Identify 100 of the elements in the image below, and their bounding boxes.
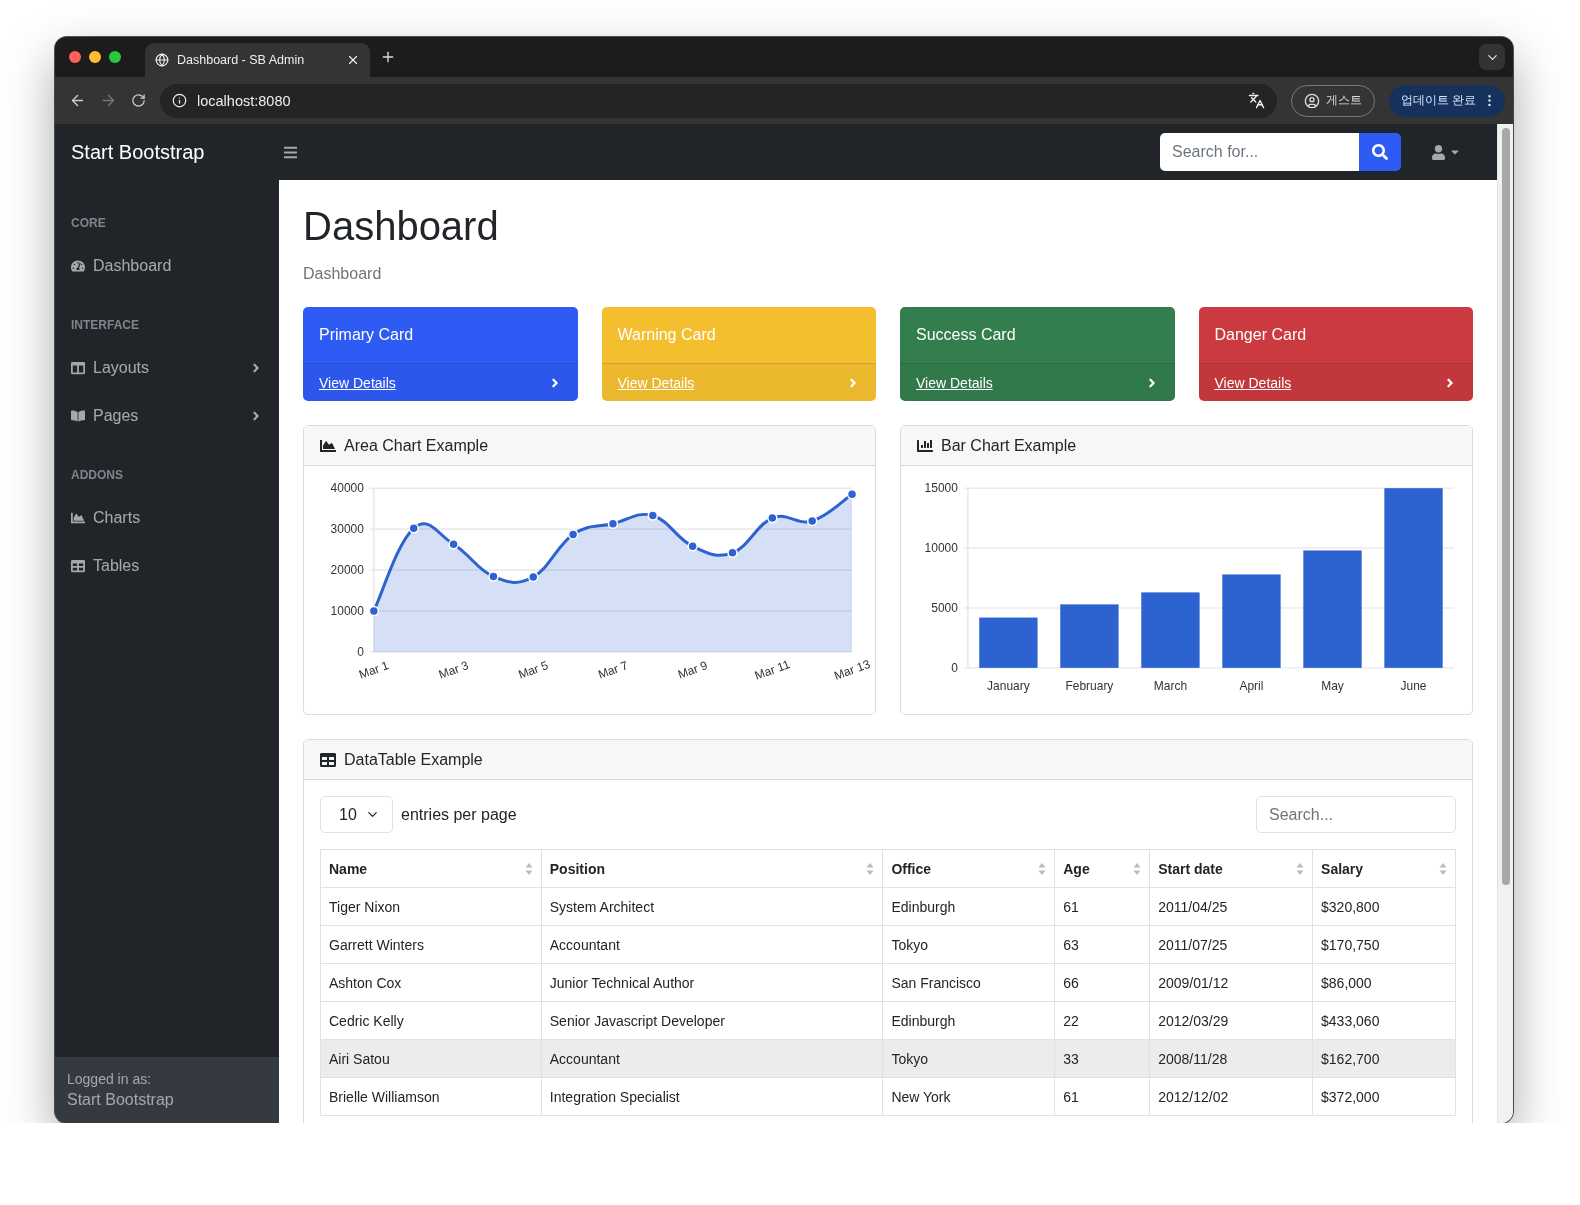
data-point — [607, 518, 619, 530]
table-row[interactable]: Brielle Williamson Integration Specialist New York 61 2012/12/02 $372,000 — [320, 1077, 1456, 1116]
column-header[interactable]: Age — [1054, 849, 1150, 888]
table-cell: Accountant — [541, 925, 883, 964]
sidebar-item[interactable]: Layouts — [55, 344, 279, 392]
card-title: Success Card — [900, 307, 1175, 364]
table-cell: $86,000 — [1312, 963, 1456, 1002]
table-row[interactable]: Tiger Nixon System Architect Edinburgh 61 2011/04/25 $320,800 — [320, 887, 1456, 926]
page-size-label: entries per page — [401, 805, 517, 824]
sidebar-heading: INTERFACE — [70, 317, 140, 334]
column-header[interactable]: Office — [882, 849, 1055, 888]
details-link[interactable]: View Details — [319, 374, 396, 391]
page-title: Dashboard — [303, 204, 500, 249]
table-cell: 33 — [1054, 1039, 1150, 1078]
table-icon — [320, 751, 336, 768]
data-point — [767, 512, 778, 524]
table-cell: $162,700 — [1312, 1039, 1456, 1078]
data-point — [727, 547, 738, 559]
table-cell: Senior Javascript Developer — [541, 1001, 883, 1040]
sidebar-item[interactable]: Tables — [55, 542, 279, 590]
column-header[interactable]: Start date — [1149, 849, 1313, 888]
axis-label: 0 — [951, 660, 958, 675]
table-cell: $170,750 — [1312, 925, 1456, 964]
table-cell: 22 — [1054, 1001, 1150, 1040]
details-link[interactable]: View Details — [1214, 374, 1292, 391]
sidebar-heading: CORE — [70, 215, 107, 232]
table-row[interactable]: Cedric Kelly Senior Javascript Developer Edinburgh 22 2012/03/29 $433,060 — [320, 1001, 1456, 1040]
table-cell: Tokyo — [882, 925, 1055, 964]
area-chart-icon — [320, 437, 336, 454]
table-cell: Tiger Nixon — [320, 887, 542, 926]
table-cell: New York — [882, 1077, 1055, 1116]
sort-icon — [1133, 861, 1142, 876]
breadcrumb: Dashboard — [303, 265, 383, 283]
table-cell: Edinburgh — [882, 887, 1055, 926]
table-cell: $320,800 — [1312, 887, 1456, 926]
axis-label: 15000 — [924, 481, 958, 496]
axis-label: Mar 1 — [357, 658, 391, 682]
table-cell: Brielle Williamson — [320, 1077, 542, 1116]
globe-icon — [155, 53, 169, 67]
search-field[interactable]: Search for... — [1160, 133, 1359, 171]
data-point — [528, 571, 539, 583]
axis-label: June — [1400, 678, 1427, 693]
table-cell: Garrett Winters — [320, 925, 542, 964]
table-cell: 2009/01/12 — [1149, 963, 1313, 1002]
axis-label: Mar 5 — [516, 658, 551, 682]
scrollbar[interactable] — [1497, 124, 1513, 1123]
browser-tab[interactable]: Dashboard - SB Admin — [145, 43, 370, 77]
update-button[interactable]: 업데이트 완료 — [1388, 84, 1505, 117]
table-cell: System Architect — [541, 887, 883, 926]
table-cell: 66 — [1054, 963, 1150, 1002]
close-icon[interactable] — [346, 53, 360, 67]
table-cell: Accountant — [541, 1039, 883, 1078]
bar — [1060, 604, 1119, 668]
tab-list-button[interactable] — [1479, 44, 1505, 70]
column-header[interactable]: Name — [320, 849, 542, 888]
forward-icon[interactable] — [100, 92, 117, 109]
area-chart-icon — [71, 511, 85, 525]
axis-label: 40000 — [330, 481, 364, 496]
sort-icon — [866, 861, 875, 876]
menu-icon — [283, 144, 298, 160]
table-row[interactable]: Garrett Winters Accountant Tokyo 63 2011/07/25 $170,750 — [320, 925, 1456, 964]
columns-icon — [71, 361, 85, 375]
table-cell: Ashton Cox — [320, 963, 542, 1002]
minimize-window-button[interactable] — [89, 51, 101, 63]
table-search-field[interactable]: Search... — [1256, 796, 1456, 833]
page-size-select[interactable]: 10 — [320, 796, 393, 833]
axis-label: March — [1153, 678, 1188, 693]
footer-caption: Logged in as: — [67, 1071, 153, 1087]
close-window-button[interactable] — [69, 51, 81, 63]
column-header[interactable]: Position — [541, 849, 883, 888]
zoom-window-button[interactable] — [109, 51, 121, 63]
sidebar-item[interactable]: Pages — [55, 392, 279, 440]
reload-icon[interactable] — [131, 93, 146, 108]
search-button[interactable] — [1359, 133, 1401, 171]
info-icon[interactable] — [172, 93, 187, 108]
address-bar[interactable]: localhost:8080 — [160, 83, 1277, 118]
table-cell: San Francisco — [882, 963, 1055, 1002]
sidebar-heading: ADDONS — [70, 467, 124, 484]
data-point — [806, 515, 818, 527]
axis-label: 30000 — [330, 522, 364, 537]
sidebar-item[interactable]: Dashboard — [55, 242, 279, 290]
table-cell: 61 — [1054, 1077, 1150, 1116]
sidebar-item[interactable]: Charts — [55, 494, 279, 542]
tab-title: Dashboard - SB Admin — [177, 53, 306, 67]
card-title: Bar Chart Example — [941, 436, 1077, 455]
brand-logo[interactable]: Start Bootstrap — [71, 140, 279, 164]
back-icon[interactable] — [69, 92, 86, 109]
axis-label: Mar 11 — [752, 657, 792, 683]
translate-icon[interactable] — [1247, 92, 1265, 109]
table-row[interactable]: Airi Satou Accountant Tokyo 33 2008/11/28 $162,700 — [320, 1039, 1456, 1078]
table-cell: 2011/07/25 — [1149, 925, 1313, 964]
details-link[interactable]: View Details — [916, 374, 993, 391]
new-tab-icon[interactable] — [380, 49, 396, 65]
column-header[interactable]: Salary — [1312, 849, 1456, 888]
axis-label: Mar 13 — [832, 656, 872, 683]
axis-label: Mar 7 — [596, 658, 630, 682]
table-row[interactable]: Ashton Cox Junior Technical Author San Francisco 66 2009/01/12 $86,000 — [320, 963, 1456, 1002]
book-icon — [71, 409, 85, 423]
axis-label: Mar 3 — [436, 658, 471, 682]
gauge-icon — [71, 259, 85, 273]
